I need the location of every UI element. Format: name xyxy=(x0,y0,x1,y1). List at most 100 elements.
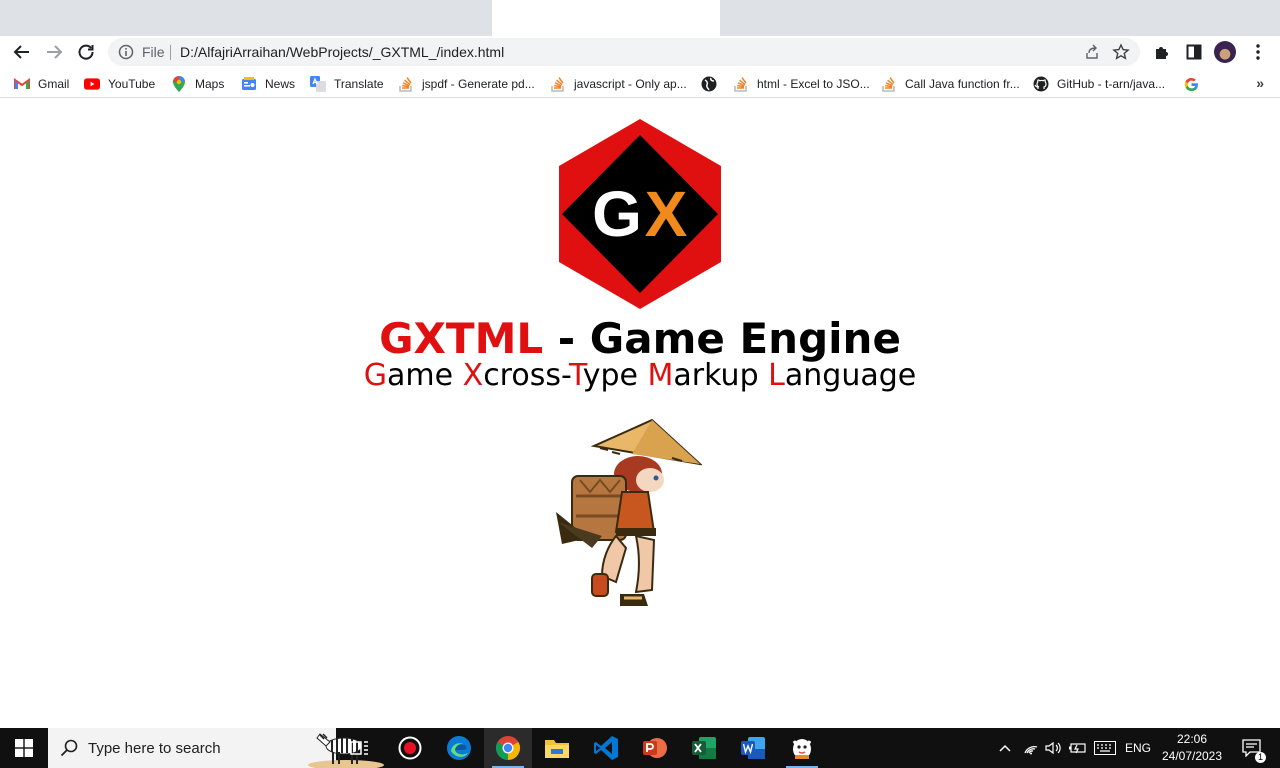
scheme-label: File xyxy=(142,44,165,60)
url-text[interactable]: D:/AlfajriArraihan/WebProjects/_GXTML_/i… xyxy=(180,44,504,60)
taskbar-app-edge[interactable] xyxy=(435,728,483,768)
menu-button[interactable] xyxy=(1246,40,1270,64)
chrome-icon xyxy=(495,736,521,760)
title-highlight: GXTML xyxy=(379,314,544,363)
bookmark-google[interactable] xyxy=(1183,75,1207,93)
forward-button[interactable] xyxy=(42,40,66,64)
page-title: GXTML - Game Engine xyxy=(0,314,1280,363)
side-panel-button[interactable] xyxy=(1182,40,1206,64)
chevron-up-icon xyxy=(999,744,1011,752)
arrow-left-icon xyxy=(13,45,29,59)
tab-strip xyxy=(0,0,1280,36)
character-sprite xyxy=(556,418,702,606)
notification-count-badge: 1 xyxy=(1254,752,1266,763)
powerpoint-icon xyxy=(643,738,667,758)
taskbar: Type here to search ENG 22:06 24/07/2023… xyxy=(0,728,1280,768)
taskbar-search[interactable]: Type here to search xyxy=(48,728,384,768)
translate-icon xyxy=(310,76,326,92)
bookmark-label: News xyxy=(265,77,296,91)
taskbar-app-chrome[interactable] xyxy=(484,728,532,768)
bookmark-label: jspdf - Generate pd... xyxy=(422,77,535,91)
start-button[interactable] xyxy=(0,728,48,768)
address-bar[interactable]: File D:/AlfajriArraihan/WebProjects/_GXT… xyxy=(108,38,1140,66)
divider xyxy=(170,45,171,60)
bookmark-so-3[interactable]: html - Excel to JSO... xyxy=(733,75,870,93)
bookmark-youtube[interactable]: YouTube xyxy=(84,75,155,93)
touch-keyboard-button[interactable] xyxy=(1092,728,1118,768)
subtitle-word: ame xyxy=(387,358,463,393)
subtitle-initial: T xyxy=(569,358,583,393)
bookmark-gmail[interactable]: Gmail xyxy=(14,75,69,93)
clock-date: 24/07/2023 xyxy=(1161,749,1223,763)
github-icon xyxy=(1033,76,1049,92)
taskbar-app-word[interactable] xyxy=(729,728,777,768)
search-icon xyxy=(60,739,78,757)
bookmark-label: javascript - Only ap... xyxy=(574,77,687,91)
task-view-icon xyxy=(350,741,368,755)
subtitle-word: anguage xyxy=(784,358,917,393)
bookmark-github[interactable]: GitHub - t-arn/java... xyxy=(1033,75,1165,93)
taskbar-app-file-explorer[interactable] xyxy=(533,728,581,768)
logo-letter-x: X xyxy=(645,178,688,250)
active-tab[interactable] xyxy=(492,0,720,36)
stackoverflow-icon xyxy=(550,76,566,92)
info-icon[interactable] xyxy=(118,44,134,65)
subtitle-word: ype xyxy=(582,358,648,393)
profile-avatar[interactable] xyxy=(1214,41,1236,63)
volume-button[interactable] xyxy=(1042,728,1064,768)
bookmark-so-1[interactable]: jspdf - Generate pd... xyxy=(398,75,535,93)
bookmark-label: html - Excel to JSO... xyxy=(757,77,870,91)
google-icon xyxy=(1183,76,1199,92)
kebab-menu-icon xyxy=(1256,44,1260,60)
taskbar-app-excel[interactable] xyxy=(680,728,728,768)
task-view-button[interactable] xyxy=(336,728,384,768)
title-rest: - Game Engine xyxy=(543,314,901,363)
subtitle-initial: G xyxy=(363,358,388,393)
battery-button[interactable] xyxy=(1066,728,1088,768)
reload-button[interactable] xyxy=(74,40,98,64)
stackoverflow-icon xyxy=(398,76,414,92)
gxtml-logo: G X xyxy=(559,119,721,309)
bookmark-so-4[interactable]: Call Java function fr... xyxy=(881,75,1020,93)
subtitle-initial: L xyxy=(768,358,785,393)
vscode-icon xyxy=(594,736,618,760)
news-icon xyxy=(241,76,257,92)
puzzle-icon xyxy=(1156,47,1168,59)
bookmarks-overflow-button[interactable]: » xyxy=(1256,75,1264,91)
mascot-app-icon xyxy=(792,739,812,759)
bookmark-label: Maps xyxy=(195,77,225,91)
browser-toolbar: File D:/AlfajriArraihan/WebProjects/_GXT… xyxy=(0,36,1280,68)
gmail-icon xyxy=(14,76,30,92)
taskbar-app-mascot[interactable] xyxy=(778,728,826,768)
input-language-button[interactable]: ENG xyxy=(1122,728,1154,768)
taskbar-app-recorder[interactable] xyxy=(386,728,434,768)
page-subtitle: Game Xcross-Type Markup Language xyxy=(0,358,1280,393)
bookmark-globe[interactable] xyxy=(701,75,725,93)
bookmark-so-2[interactable]: javascript - Only ap... xyxy=(550,75,687,93)
stackoverflow-icon xyxy=(881,76,897,92)
bookmark-star-icon[interactable] xyxy=(1112,43,1130,66)
edge-icon xyxy=(447,736,471,760)
bookmark-maps[interactable]: Maps xyxy=(171,75,224,93)
taskbar-clock[interactable]: 22:06 24/07/2023 xyxy=(1160,731,1224,765)
notification-center-button[interactable]: 1 xyxy=(1232,728,1272,768)
youtube-icon xyxy=(84,76,100,92)
bookmark-label: Translate xyxy=(334,77,384,91)
taskbar-app-vscode[interactable] xyxy=(582,728,630,768)
bookmark-news[interactable]: News xyxy=(241,75,295,93)
share-icon[interactable] xyxy=(1084,44,1100,65)
keyboard-icon xyxy=(1094,741,1116,755)
bookmark-translate[interactable]: Translate xyxy=(310,75,384,93)
excel-icon xyxy=(692,737,716,759)
back-button[interactable] xyxy=(10,40,34,64)
show-hidden-icons-button[interactable] xyxy=(994,728,1016,768)
network-button[interactable] xyxy=(1020,728,1042,768)
taskbar-app-powerpoint[interactable] xyxy=(631,728,679,768)
windows-logo-icon xyxy=(15,739,33,757)
clock-time: 22:06 xyxy=(1176,732,1208,746)
extensions-button[interactable] xyxy=(1150,40,1174,64)
globe-icon xyxy=(701,76,717,92)
bookmark-label: Call Java function fr... xyxy=(905,77,1020,91)
speaker-icon xyxy=(1045,741,1061,755)
subtitle-word: cross- xyxy=(483,358,570,393)
